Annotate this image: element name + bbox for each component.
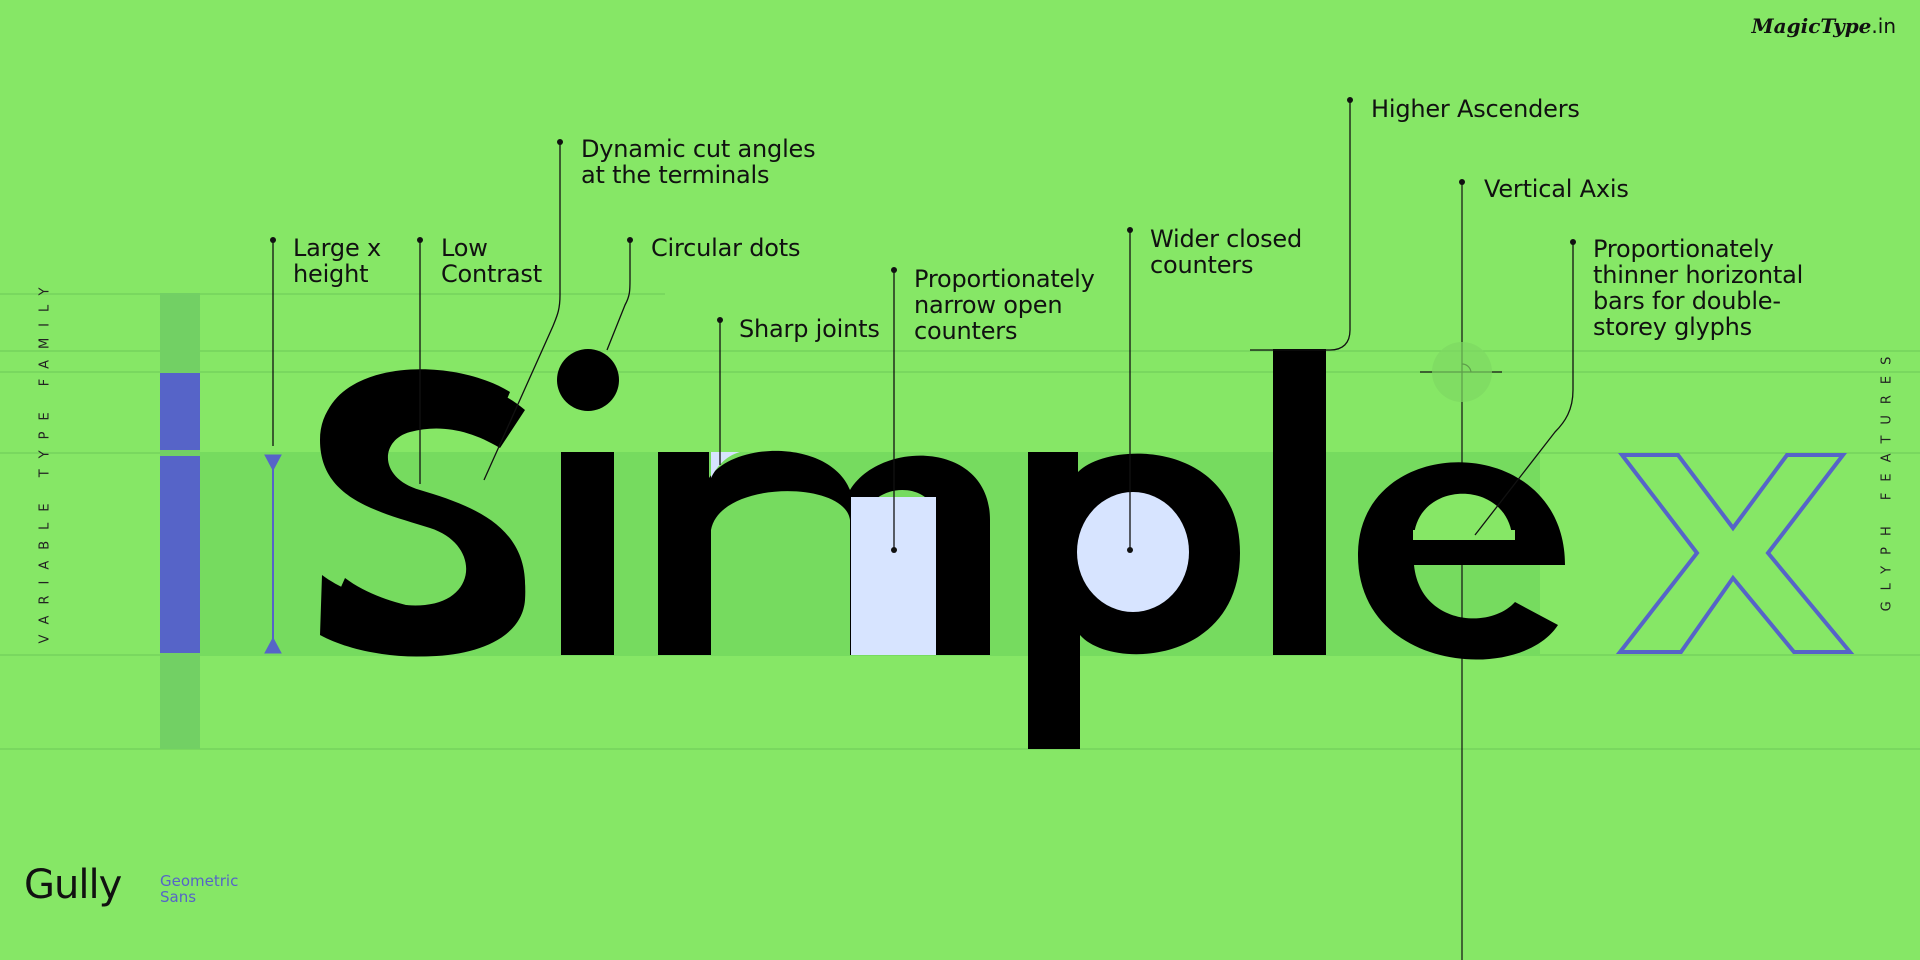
callout-sharp-joints: Sharp joints [739,315,880,343]
callout-vertical-axis: Vertical Axis [1484,175,1629,203]
axis-highlight [1432,342,1492,402]
callout-circular-dots: Circular dots [651,234,801,262]
metric-bar-x-height [160,456,200,653]
glyph-i-stem [561,452,614,655]
callout-dynamic-cut-angles: Dynamic cut angles at the terminals [581,135,816,189]
callout-low-contrast: Low Contrast [441,234,542,288]
callout-narrow-open-counters: Proportionately narrow open counters [914,265,1095,345]
glyph-i-dot [557,349,619,411]
type-specimen-poster: MagicType.in Large x height Low Contrast… [0,0,1920,960]
specimen-artwork [0,97,1920,960]
glyph-p-closed-counter [1077,492,1189,612]
glyph-p [1028,452,1240,749]
callout-higher-ascenders: Higher Ascenders [1371,95,1580,123]
callout-large-x-height: Large x height [293,234,381,288]
glyph-x-outline [1615,453,1855,654]
side-label-right: GLYPH FEATURES [1879,345,1895,612]
side-label-left: VARIABLE TYPE FAMILY [37,276,53,644]
callout-wider-closed-counters: Wider closed counters [1150,225,1303,279]
glyph-l [1273,349,1326,655]
family-name: Gully [24,862,122,908]
metric-bar-cap [160,373,200,450]
callout-thinner-horizontal-bars: Proportionately thinner horizontal bars … [1593,235,1804,341]
family-classification: Geometric Sans [160,872,239,906]
